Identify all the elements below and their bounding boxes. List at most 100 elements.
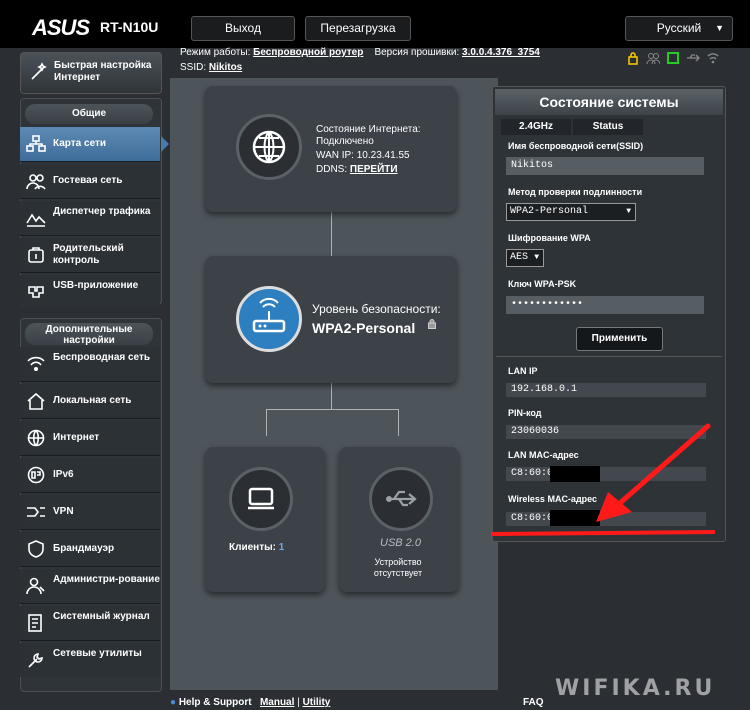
clients-count[interactable]: 1 <box>279 542 285 553</box>
asus-logo: ASUS <box>32 15 90 40</box>
globe-icon <box>252 130 286 164</box>
firmware-label: Версия прошивки: <box>374 47 460 58</box>
help-icon: ● <box>170 697 177 708</box>
language-value: Русский <box>656 21 702 35</box>
ssid-field-label: Имя беспроводной сети(SSID) <box>508 141 644 151</box>
internet-circle <box>236 114 302 180</box>
red-arrow-annotation <box>596 423 711 522</box>
sidebar-item-lan[interactable]: Локальная сеть <box>20 384 160 419</box>
connector-line <box>398 409 399 436</box>
wpa-psk-label: Ключ WPA-PSK <box>508 279 577 289</box>
wan-connected-icon[interactable] <box>666 51 680 65</box>
sidebar-item-ipv6[interactable]: IPv6 <box>20 458 160 493</box>
sidebar-item-firewall[interactable]: Брандмауэр <box>20 532 160 567</box>
vpn-icon <box>27 507 45 517</box>
sidebar-item-vpn[interactable]: VPN <box>20 495 160 530</box>
reboot-button[interactable]: Перезагрузка <box>305 16 411 41</box>
info-line: Режим работы: Беспроводной роутер Версия… <box>180 47 540 58</box>
administration-icon <box>26 577 45 595</box>
internet-icon <box>27 429 45 447</box>
mode-link[interactable]: Беспроводной роутер <box>253 47 363 58</box>
sidebar-item-traffic-manager[interactable]: Диспетчер трафика <box>20 201 160 236</box>
apply-button[interactable]: Применить <box>576 327 663 351</box>
sidebar-item-label: Родительский контроль <box>53 243 124 266</box>
connector-line <box>266 409 399 410</box>
network-map-icon <box>26 135 46 152</box>
router-icon <box>252 297 286 333</box>
sidebar-item-internet[interactable]: Интернет <box>20 421 160 456</box>
lan-ip-label: LAN IP <box>508 366 538 376</box>
wireless-icon <box>27 356 45 371</box>
ipv6-icon <box>27 466 45 484</box>
manual-link[interactable]: Manual <box>260 697 294 708</box>
sidebar-item-label: VPN <box>53 506 74 517</box>
sidebar-item-label: Сетевые утилиты <box>53 648 142 659</box>
watermark: WIFIKA.RU <box>555 676 716 701</box>
sidebar-item-parental-control[interactable]: Родительский контроль <box>20 238 160 273</box>
status-icons <box>626 51 720 65</box>
sidebar-item-usb-app[interactable]: USB-приложение <box>20 275 160 309</box>
lan-ip-value: 192.168.0.1 <box>506 383 706 397</box>
active-pointer <box>161 136 169 152</box>
auth-method-select[interactable]: WPA2-Personal ▼ <box>506 203 636 221</box>
help-support-link[interactable]: Help & Support <box>179 697 252 708</box>
ssid-line: SSID: Nikitos <box>180 62 242 73</box>
quick-setup-label: Быстрая настройка Интернет <box>54 60 152 83</box>
quick-setup-button[interactable]: Быстрая настройка Интернет <box>20 52 162 94</box>
system-status-title: Состояние системы <box>495 89 723 115</box>
advanced-header: Дополнительные настройки <box>25 323 153 346</box>
ddns-go-link[interactable]: ПЕРЕЙТИ <box>350 164 398 175</box>
internet-status-value: Подключено <box>316 136 374 147</box>
clients-icon[interactable] <box>646 51 661 65</box>
model-name: RT-N10U <box>100 19 159 35</box>
pin-code-label: PIN-код <box>508 408 542 418</box>
magic-wand-icon <box>31 62 47 80</box>
sidebar-item-label: Карта сети <box>53 138 107 149</box>
auth-method-label: Метод проверки подлинности <box>508 187 643 197</box>
lock-icon <box>428 319 436 329</box>
sidebar-item-administration[interactable]: Администри-рование <box>20 569 160 604</box>
faq-link[interactable]: FAQ <box>523 697 544 708</box>
firmware-link[interactable]: 3.0.0.4.376_3754 <box>462 47 540 58</box>
monitor-icon <box>248 487 274 510</box>
usb-label: USB 2.0 <box>380 537 421 549</box>
system-log-icon <box>28 614 42 632</box>
sidebar-item-wireless[interactable]: Беспроводная сеть <box>20 347 160 382</box>
wan-ip-label: WAN IP: <box>316 150 354 161</box>
clients-circle <box>229 467 293 531</box>
sidebar-item-guest-network[interactable]: Гостевая сеть <box>20 164 160 199</box>
sidebar-item-label: USB-приложение <box>53 280 139 291</box>
ssid-input[interactable]: Nikitos <box>506 157 704 175</box>
guest-network-icon <box>26 174 46 190</box>
traffic-manager-icon <box>26 213 46 227</box>
chevron-down-icon: ▼ <box>715 23 724 33</box>
footer: ● Help & Support Manual | Utility <box>170 697 331 708</box>
wpa-encryption-value: AES <box>510 252 529 263</box>
wireless-status-icon[interactable] <box>706 51 720 65</box>
clients-line: Клиенты: 1 <box>229 542 284 554</box>
sidebar-item-label: Администри-рование <box>53 574 160 585</box>
logout-button[interactable]: Выход <box>191 16 295 41</box>
tab-status[interactable]: Status <box>573 119 643 135</box>
wpa-encryption-select[interactable]: AES ▼ <box>506 249 544 267</box>
sidebar-item-network-map[interactable]: Карта сети <box>20 127 160 162</box>
lan-mac-label: LAN MAC-адрес <box>508 450 579 460</box>
wpa-psk-input[interactable]: •••••••••••• <box>506 296 704 314</box>
connector-line <box>266 409 267 436</box>
usb-icon[interactable] <box>686 51 700 65</box>
security-value: WPA2-Personal <box>312 320 416 336</box>
ssid-link[interactable]: Nikitos <box>209 62 242 73</box>
ssid-label: SSID: <box>180 62 207 73</box>
parental-control-icon <box>28 247 44 263</box>
security-label: Уровень безопасности: <box>312 302 441 316</box>
firewall-icon <box>28 540 44 558</box>
utility-link[interactable]: Utility <box>303 697 331 708</box>
usb-status: Устройство отсутствует <box>373 557 423 578</box>
sidebar-item-system-log[interactable]: Системный журнал <box>20 606 160 641</box>
tab-2-4ghz[interactable]: 2.4GHz <box>501 119 571 135</box>
lock-warning-icon[interactable] <box>626 51 640 65</box>
sidebar-item-label: Гостевая сеть <box>53 175 123 186</box>
sidebar-item-network-tools[interactable]: Сетевые утилиты <box>20 643 160 677</box>
language-select[interactable]: Русский ▼ <box>625 16 733 41</box>
wan-ip-value: 10.23.41.55 <box>356 150 410 161</box>
